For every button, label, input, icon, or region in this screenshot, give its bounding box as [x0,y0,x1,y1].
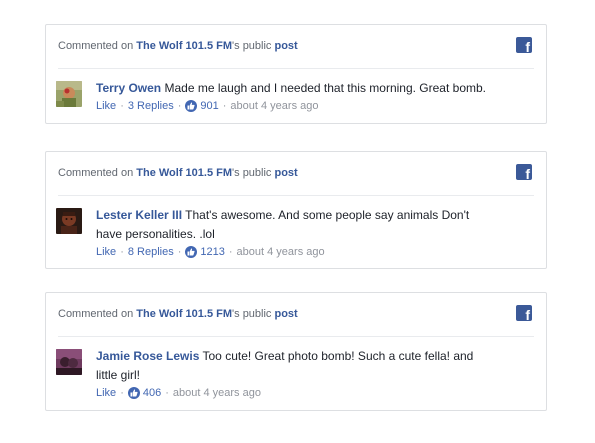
header-prefix: Commented on [58,167,137,179]
header-prefix: Commented on [58,308,137,320]
comment-card: Commented on The Wolf 101.5 FM's public … [45,24,547,124]
card-header: Commented on The Wolf 101.5 FM's public … [58,25,534,69]
card-header: Commented on The Wolf 101.5 FM's public … [58,293,534,337]
post-link[interactable]: post [274,308,297,320]
thumbs-up-icon [127,387,140,399]
thumbs-up-icon [185,100,198,112]
comment: Terry Owen Made me laugh and I needed th… [46,69,546,124]
like-count[interactable]: 406 [143,385,161,401]
like-count[interactable]: 1213 [200,244,224,260]
separator: · [177,246,182,258]
separator: · [222,100,227,112]
comment-author[interactable]: Jamie Rose Lewis [96,349,199,363]
comment-card: Commented on The Wolf 101.5 FM's public … [45,292,547,411]
separator: · [177,100,182,112]
avatar[interactable] [56,208,82,234]
separator: · [228,246,233,258]
comment-body: Terry Owen Made me laugh and I needed th… [96,79,534,98]
comment-card: Commented on The Wolf 101.5 FM's public … [45,151,547,269]
separator: · [165,387,169,399]
header-text: Commented on The Wolf 101.5 FM's public … [58,167,298,179]
replies-link[interactable]: 3 Replies [128,98,174,114]
separator: · [120,246,124,258]
card-header: Commented on The Wolf 101.5 FM's public … [58,152,534,196]
facebook-icon[interactable]: f [516,164,532,180]
comment-time[interactable]: about 4 years ago [230,98,318,114]
page-name-link[interactable]: The Wolf 101.5 FM [136,308,232,320]
comment-text: Made me laugh and I needed that this mor… [161,81,487,95]
like-link[interactable]: Like [96,98,116,114]
comment-author[interactable]: Lester Keller III [96,208,182,222]
comment-meta: Like · 3 Replies · 901 · about 4 years a… [96,98,534,114]
page-name-link[interactable]: The Wolf 101.5 FM [136,40,232,52]
post-link[interactable]: post [274,40,297,52]
thumbs-up-icon [185,246,198,258]
header-middle: 's public [232,40,275,52]
header-prefix: Commented on [58,40,137,52]
separator: · [120,100,124,112]
like-count[interactable]: 901 [200,98,218,114]
avatar[interactable] [56,349,82,375]
replies-link[interactable]: 8 Replies [128,244,174,260]
comment-meta: Like · 8 Replies · 1213 · about 4 years … [96,244,534,260]
header-text: Commented on The Wolf 101.5 FM's public … [58,308,298,320]
post-link[interactable]: post [274,167,297,179]
comment-body: Lester Keller III That's awesome. And so… [96,206,534,244]
separator: · [120,387,124,399]
like-link[interactable]: Like [96,385,116,401]
facebook-icon[interactable]: f [516,37,532,53]
comment: Jamie Rose Lewis Too cute! Great photo b… [46,337,546,411]
like-link[interactable]: Like [96,244,116,260]
comment-time[interactable]: about 4 years ago [173,385,261,401]
comment-meta: Like · 406 · about 4 years ago [96,385,534,401]
comment-author[interactable]: Terry Owen [96,81,161,95]
header-middle: 's public [232,167,275,179]
comment-time[interactable]: about 4 years ago [237,244,325,260]
page-name-link[interactable]: The Wolf 101.5 FM [136,167,232,179]
header-middle: 's public [232,308,275,320]
comment: Lester Keller III That's awesome. And so… [46,196,546,270]
avatar[interactable] [56,81,82,107]
header-text: Commented on The Wolf 101.5 FM's public … [58,40,298,52]
facebook-icon[interactable]: f [516,305,532,321]
comment-body: Jamie Rose Lewis Too cute! Great photo b… [96,347,534,385]
